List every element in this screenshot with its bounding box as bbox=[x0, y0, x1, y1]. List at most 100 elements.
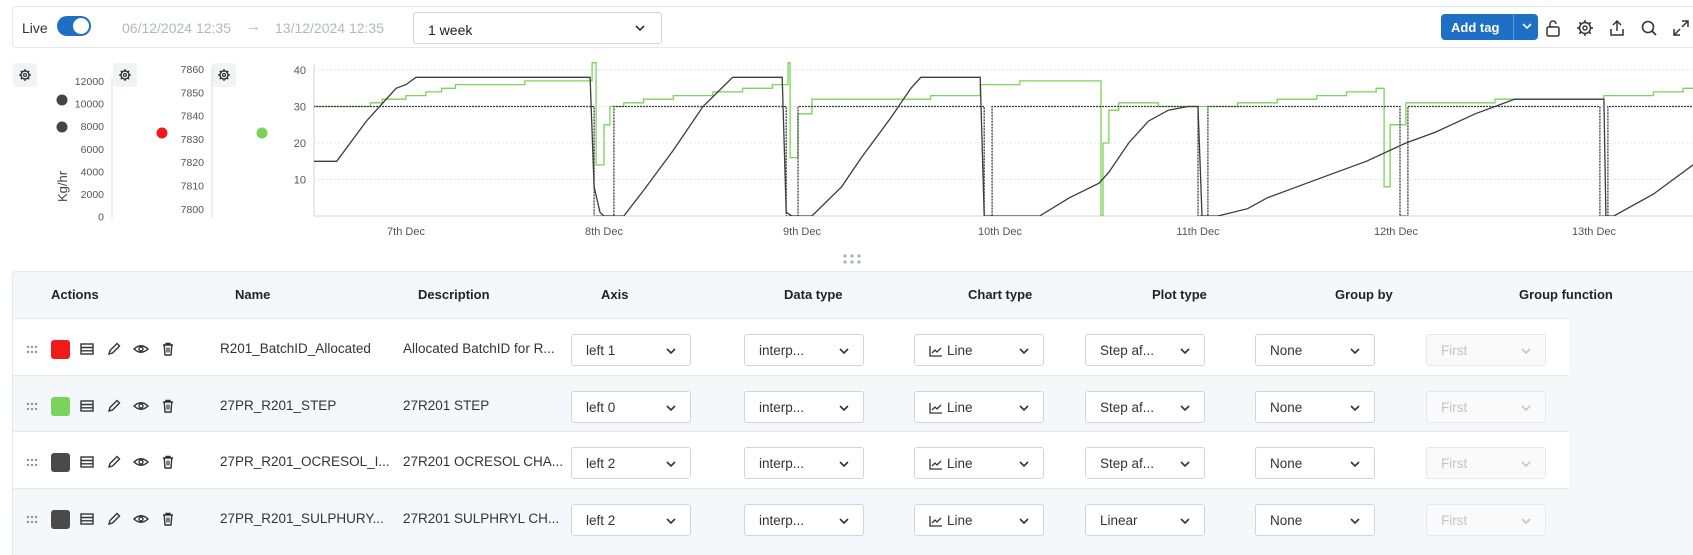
x-tick-label: 8th Dec bbox=[585, 226, 623, 238]
pencil-icon[interactable] bbox=[105, 340, 123, 358]
live-toggle[interactable] bbox=[57, 16, 91, 36]
trash-icon[interactable] bbox=[159, 453, 177, 471]
line-chart-icon bbox=[929, 515, 942, 527]
color-swatch[interactable] bbox=[51, 340, 70, 359]
chevron-down-icon bbox=[1019, 517, 1029, 524]
drag-handle-icon[interactable] bbox=[23, 398, 41, 416]
group-by-select[interactable]: None bbox=[1255, 503, 1375, 536]
trend-chart[interactable]: 10 20 30 40 7th Dec 8th Dec 9th Dec 10th Dec 11t… bbox=[0, 52, 1693, 242]
chevron-down-icon bbox=[1019, 461, 1029, 468]
data-type-select[interactable]: interp... bbox=[744, 447, 864, 479]
chevron-down-icon bbox=[839, 517, 849, 524]
start-date[interactable]: 06/12/2024 12:35 bbox=[122, 20, 231, 36]
header-data-type[interactable]: Data type bbox=[784, 287, 843, 302]
eye-icon[interactable] bbox=[132, 510, 150, 528]
data-type-select[interactable]: interp... bbox=[744, 503, 864, 536]
header-name[interactable]: Name bbox=[235, 287, 270, 302]
chart-type-select[interactable]: Line bbox=[914, 390, 1044, 423]
toggle-knob bbox=[73, 18, 89, 34]
share-icon[interactable] bbox=[1606, 17, 1628, 39]
header-group-by[interactable]: Group by bbox=[1335, 287, 1393, 302]
axis-select[interactable]: left 2 bbox=[571, 447, 691, 479]
table-icon[interactable] bbox=[78, 397, 96, 415]
data-type-value: interp... bbox=[759, 456, 805, 471]
trash-icon[interactable] bbox=[159, 397, 177, 415]
table-icon[interactable] bbox=[78, 340, 96, 358]
header-group-function[interactable]: Group function bbox=[1519, 287, 1613, 302]
y-tick-label: 30 bbox=[294, 102, 306, 114]
header-description[interactable]: Description bbox=[418, 287, 490, 302]
period-select[interactable]: 1 week bbox=[413, 12, 662, 44]
chevron-down-icon bbox=[1350, 348, 1360, 355]
drag-handle-icon[interactable] bbox=[23, 341, 41, 359]
plot-type-select[interactable]: Step af... bbox=[1085, 447, 1205, 479]
data-type-value: interp... bbox=[759, 512, 805, 528]
chevron-down-icon bbox=[1350, 404, 1360, 411]
plot-type-select[interactable]: Linear bbox=[1085, 503, 1205, 536]
group-function-select: First bbox=[1426, 334, 1546, 366]
chevron-down-icon bbox=[666, 404, 676, 411]
trash-icon[interactable] bbox=[159, 510, 177, 528]
axis-select[interactable]: left 0 bbox=[571, 390, 691, 423]
drag-handle-icon[interactable] bbox=[23, 511, 41, 529]
series-line-1 bbox=[314, 76, 1693, 216]
line-chart-icon bbox=[929, 346, 942, 357]
chart-type-value: Line bbox=[947, 512, 973, 528]
table-icon[interactable] bbox=[78, 453, 96, 471]
x-tick-label: 7th Dec bbox=[387, 226, 425, 238]
chart-type-select[interactable]: Line bbox=[914, 503, 1044, 536]
tag-name: R201_BatchID_Allocated bbox=[220, 341, 371, 356]
tag-description: 27R201 STEP bbox=[403, 397, 490, 413]
end-date[interactable]: 13/12/2024 12:35 bbox=[275, 20, 384, 36]
header-chart-type[interactable]: Chart type bbox=[968, 287, 1032, 302]
axis-value: left 0 bbox=[586, 399, 616, 415]
y-tick-label: 20 bbox=[294, 138, 306, 150]
plot-type-value: Linear bbox=[1100, 512, 1138, 528]
chevron-down-icon[interactable] bbox=[1520, 19, 1534, 33]
chevron-down-icon bbox=[1180, 404, 1190, 411]
chart-type-value: Line bbox=[947, 399, 973, 415]
lock-open-icon[interactable] bbox=[1542, 17, 1564, 39]
expand-icon[interactable] bbox=[1670, 17, 1692, 39]
group-by-select[interactable]: None bbox=[1255, 334, 1375, 366]
axis-value: left 2 bbox=[586, 512, 616, 528]
tag-description: 27R201 OCRESOL CHA... bbox=[403, 454, 564, 469]
table-row: R201_BatchID_Allocated Allocated BatchID… bbox=[13, 318, 1569, 379]
header-axis[interactable]: Axis bbox=[601, 287, 628, 302]
chart-type-select[interactable]: Line bbox=[914, 334, 1044, 366]
pencil-icon[interactable] bbox=[105, 397, 123, 415]
search-icon[interactable] bbox=[1638, 17, 1660, 39]
axis-select[interactable]: left 2 bbox=[571, 503, 691, 536]
axis-value: left 1 bbox=[586, 343, 616, 358]
axis-select[interactable]: left 1 bbox=[571, 334, 691, 366]
pencil-icon[interactable] bbox=[105, 453, 123, 471]
color-swatch[interactable] bbox=[51, 453, 70, 472]
eye-icon[interactable] bbox=[132, 397, 150, 415]
header-plot-type[interactable]: Plot type bbox=[1152, 287, 1207, 302]
trash-icon[interactable] bbox=[159, 340, 177, 358]
data-type-select[interactable]: interp... bbox=[744, 334, 864, 366]
chevron-down-icon bbox=[1521, 461, 1531, 468]
color-swatch[interactable] bbox=[51, 509, 70, 529]
pencil-icon[interactable] bbox=[105, 510, 123, 528]
eye-icon[interactable] bbox=[132, 453, 150, 471]
table-row: 27PR_R201_OCRESOL_I... 27R201 OCRESOL CH… bbox=[13, 431, 1569, 492]
eye-icon[interactable] bbox=[132, 340, 150, 358]
chevron-down-icon bbox=[1180, 461, 1190, 468]
drag-handle-icon[interactable] bbox=[23, 454, 41, 472]
group-by-select[interactable]: None bbox=[1255, 447, 1375, 479]
gear-icon[interactable] bbox=[1574, 17, 1596, 39]
color-swatch[interactable] bbox=[51, 396, 70, 416]
data-type-select[interactable]: interp... bbox=[744, 390, 864, 423]
x-tick-label: 10th Dec bbox=[978, 226, 1023, 238]
plot-type-value: Step af... bbox=[1100, 343, 1155, 358]
chevron-down-icon bbox=[839, 461, 849, 468]
resize-grip-icon[interactable] bbox=[842, 253, 862, 265]
group-by-select[interactable]: None bbox=[1255, 390, 1375, 423]
plot-type-select[interactable]: Step af... bbox=[1085, 390, 1205, 423]
table-icon[interactable] bbox=[78, 510, 96, 528]
plot-type-select[interactable]: Step af... bbox=[1085, 334, 1205, 366]
add-tag-button[interactable]: Add tag bbox=[1441, 14, 1538, 40]
chart-type-select[interactable]: Line bbox=[914, 447, 1044, 479]
chevron-down-icon bbox=[635, 25, 645, 32]
